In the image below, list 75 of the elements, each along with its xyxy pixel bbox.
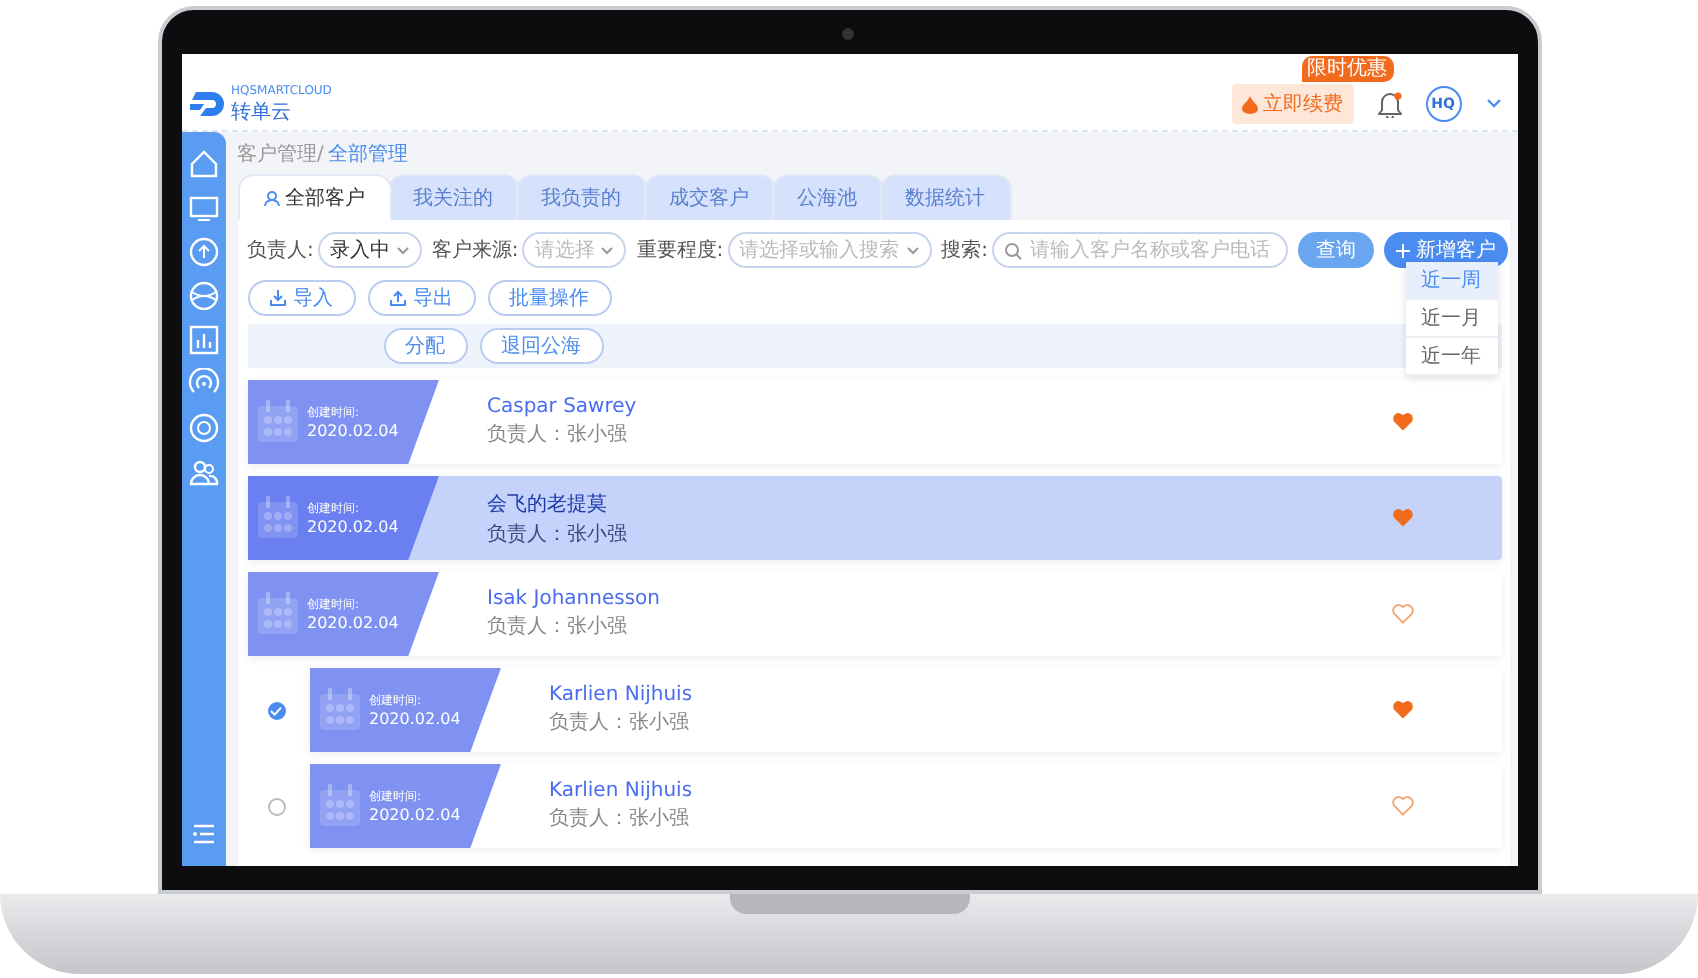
heart-icon[interactable] [1391, 508, 1413, 528]
tab[interactable]: 数据统计 [879, 174, 1011, 220]
calendar-icon [255, 592, 299, 636]
action-button[interactable]: 批量操作 [487, 280, 611, 316]
tab[interactable]: 我负责的 [515, 174, 647, 220]
users-icon[interactable] [187, 456, 219, 488]
ball-icon[interactable] [187, 280, 219, 312]
upload-circle-icon[interactable] [187, 236, 219, 268]
plus-icon [1396, 243, 1410, 257]
customer-name[interactable]: Caspar Sawrey [487, 396, 1391, 418]
heart-icon[interactable] [1391, 412, 1413, 432]
customer-name[interactable]: Isak Johannesson [487, 588, 1391, 610]
renew-button[interactable]: 立即续费 [1231, 84, 1353, 124]
target-icon[interactable] [187, 412, 219, 444]
download-icon [269, 290, 285, 306]
upload-icon [389, 290, 405, 306]
owner-text: 负责人：张小强 [549, 805, 691, 832]
calendar-icon [255, 400, 299, 444]
row-checkbox[interactable] [267, 797, 285, 815]
chevron-down-icon [395, 245, 410, 255]
created-date: 2020.02.04 [369, 710, 461, 728]
promo-badge: 限时优惠 [1301, 56, 1393, 82]
customer-name[interactable]: Karlien Nijhuis [549, 780, 1391, 802]
breadcrumb-item[interactable]: 客户管理/ [237, 140, 324, 168]
owner-text: 负责人：张小强 [487, 521, 629, 547]
dropdown-item[interactable]: 近一年 [1405, 338, 1497, 376]
chevron-down-icon [905, 245, 920, 255]
flame-icon [1241, 95, 1257, 113]
query-button[interactable]: 查询 [1298, 232, 1374, 268]
breadcrumb-item: 全部管理 [327, 141, 408, 168]
search-icon [1004, 241, 1022, 259]
customer-name[interactable]: Karlien Nijhuis [549, 684, 1391, 706]
owner-text: 负责人：张小强 [487, 613, 629, 640]
heart-outline-icon[interactable] [1391, 604, 1413, 624]
select-field[interactable]: 录入中 [317, 232, 422, 268]
created-date: 2020.02.04 [307, 422, 399, 440]
owner-text: 负责人：张小强 [487, 421, 629, 448]
created-date: 2020.02.04 [369, 806, 461, 824]
created-date: 2020.02.04 [307, 614, 399, 632]
calendar-icon [255, 496, 299, 540]
created-date: 2020.02.04 [307, 518, 399, 536]
chevron-down-icon [600, 245, 615, 255]
owner-text: 负责人：张小强 [549, 709, 691, 736]
select-field[interactable]: 请选择或输入搜索 [727, 232, 932, 268]
select-field[interactable]: 请选择 [522, 232, 627, 268]
tab[interactable]: 我关注的 [387, 174, 519, 220]
action-button[interactable]: 导出 [367, 280, 475, 316]
heart-outline-icon[interactable] [1391, 796, 1413, 816]
filter-label: 重要程度: [636, 237, 724, 264]
user-icon [263, 190, 279, 206]
filter-label: 负责人: [247, 237, 314, 264]
bulk-button[interactable]: 分配 [383, 328, 467, 364]
menu-icon[interactable] [191, 822, 215, 846]
chevron-down-icon[interactable] [1485, 98, 1501, 110]
action-button[interactable]: 导入 [247, 280, 355, 316]
row-checkbox[interactable] [267, 701, 285, 719]
home-icon[interactable] [187, 148, 219, 180]
search-field[interactable]: 请输入客户名称或客户电话 [992, 232, 1288, 268]
dropdown-item[interactable]: 近一月 [1405, 300, 1497, 338]
calendar-icon [317, 688, 361, 732]
camera-icon [841, 28, 853, 40]
filter-label: 搜索: [941, 237, 988, 264]
tab[interactable]: 成交客户 [643, 174, 775, 220]
calendar-icon [317, 784, 361, 828]
customer-name[interactable]: 会飞的老提莫 [487, 489, 1391, 517]
brand-name: 转单云 [231, 99, 293, 125]
bar-chart-icon[interactable] [187, 324, 219, 356]
tab[interactable]: 全部客户 [237, 174, 391, 220]
bulk-button[interactable]: 退回公海 [479, 328, 603, 364]
monitor-icon[interactable] [187, 192, 219, 224]
heart-icon[interactable] [1391, 700, 1413, 720]
tab[interactable]: 公海池 [771, 174, 883, 220]
dropdown-item[interactable]: 近一周 [1405, 262, 1497, 300]
filter-label: 客户来源: [431, 237, 519, 264]
logo-icon [189, 88, 225, 120]
